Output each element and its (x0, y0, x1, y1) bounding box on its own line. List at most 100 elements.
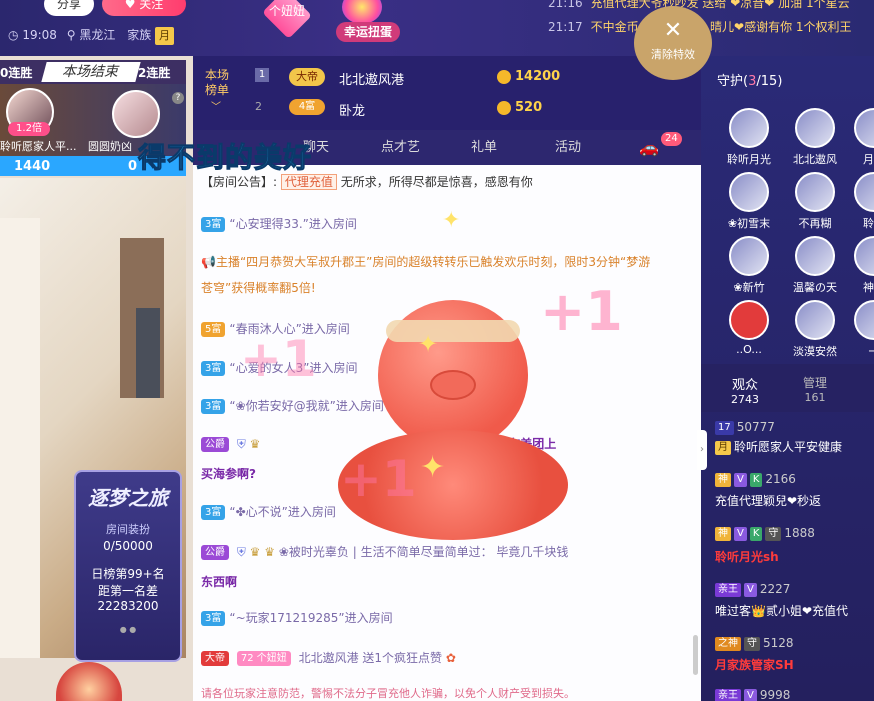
clock-icon: ◷ (8, 28, 19, 42)
poster-label: 房间装扮 (106, 523, 150, 536)
avatar (795, 300, 835, 340)
family-tag[interactable]: 月 (155, 27, 175, 45)
rank-board-label[interactable]: 本场榜单 (205, 68, 235, 98)
girl-level-badge: 72 个妞妞 (236, 651, 291, 666)
audience-item[interactable]: 神 V K 守 1888 (715, 526, 815, 541)
share-button[interactable]: 分享 (44, 0, 94, 16)
ticker-line-1: 21:16 充值代理大爷秒吵发 送给 ❤凉音❤ 加油 1个星云 (548, 0, 850, 10)
pk-left-name: 聆听愿家人平... (0, 140, 77, 153)
guard-member[interactable]: 北北遨风 (788, 108, 842, 167)
chat-message: 3富 “心安理得33.”进入房间 (201, 215, 691, 233)
guard-member[interactable]: 淡漠安然 (788, 300, 842, 359)
rank-row-num: 1 (255, 68, 269, 82)
guard-title[interactable]: 守护(3/15) (717, 70, 782, 89)
guard-member[interactable]: ❀新竹 (722, 236, 776, 295)
poster-gap: 22283200 (97, 599, 159, 613)
tab-audience[interactable]: 观众 2743 (723, 374, 767, 406)
tab-activity[interactable]: 活动 (555, 130, 581, 165)
heart-icon: ♥ (124, 0, 140, 11)
octopus-icon: ✿ (445, 651, 456, 665)
room-towel (136, 308, 160, 398)
poster-gap-label: 距第一名差 (97, 584, 158, 598)
guard-member[interactable]: 不再糊 (788, 172, 842, 231)
tab-talent[interactable]: 点才艺 (381, 130, 420, 165)
chat-message: 5富 “春雨沐人心”进入房间 (201, 320, 691, 338)
car-count-badge: 24 (661, 132, 682, 146)
avatar (729, 108, 769, 148)
avatar (854, 300, 874, 340)
announcement-tag[interactable]: 代理充值 (280, 174, 337, 190)
avatar (795, 108, 835, 148)
chat-message: 大帝 72 个妞妞 北北遨风港 送1个疯狂点赞 ✿ (201, 649, 691, 667)
chat-panel: 【房间公告】: 代理充值 无所求，所得尽都是惊喜，感恩有你 3富 “心安理得33.… (193, 165, 701, 701)
chat-message: 东西啊 (201, 575, 238, 589)
location-icon: ⚲ (66, 28, 76, 42)
chat-scrollbar[interactable] (693, 635, 698, 675)
lucky-egg-icon[interactable] (342, 0, 382, 24)
poster-rank: 日榜第99+名 (91, 567, 165, 581)
guard-member[interactable]: 一 (847, 300, 874, 359)
top-bar: 分享 ♥ 关注 ◷ 19:08 ⚲ 黑龙江 家族 月 个妞妞 幸运扭蛋 21:1… (0, 0, 874, 56)
rank-row-coins: 520 (515, 100, 543, 115)
clear-effects-button[interactable]: ✕ 清除特效 (634, 6, 712, 80)
coin-icon (497, 70, 511, 84)
audience-item[interactable]: 充值代理颖兒❤秒返 (715, 492, 821, 509)
audience-item[interactable]: 亲王 V 9998 (715, 688, 790, 701)
stream-time: 19:08 (22, 28, 57, 42)
guard-member[interactable]: 聆听 (847, 172, 874, 231)
chat-message: 3富 “✤心不说”进入房间 (201, 503, 691, 521)
avatar (854, 172, 874, 212)
guard-member[interactable]: ❀初雪末 (722, 172, 776, 231)
avatar (795, 236, 835, 276)
close-icon: ✕ (663, 18, 683, 43)
guard-member[interactable]: 聆听月光 (722, 108, 776, 167)
audience-item[interactable]: 月聆听愿家人平安健康 (715, 438, 842, 455)
tab-gift-list[interactable]: 礼单 (471, 130, 497, 165)
girl-badge[interactable]: 个妞妞 (258, 2, 316, 19)
chat-message: 公爵 ⛨ ♛ 谁会在美团上 (201, 435, 691, 453)
pk-right-avatar[interactable] (112, 90, 160, 138)
guard-member[interactable]: 温馨の天 (788, 236, 842, 295)
avatar (854, 236, 874, 276)
guard-member[interactable]: ..O... (722, 300, 776, 356)
footer-notice: 请各位玩家注意防范，警惕不法分子冒充他人诈骗，以免个人财产受到损失。 (201, 687, 575, 700)
audience-item[interactable]: 月家族管家SH (715, 656, 794, 673)
location-text: 黑龙江 (79, 28, 116, 42)
audience-item[interactable]: 神 V K 2166 (715, 472, 796, 487)
audience-item[interactable]: 之神守 5128 (715, 636, 794, 651)
family-label[interactable]: 家族 (127, 28, 151, 42)
car-icon[interactable]: 🚗 (639, 130, 659, 165)
poster-progress: 0/50000 (103, 539, 153, 553)
audience-item[interactable]: 17 50777 (715, 420, 775, 435)
chat-system-message: 📢主播“四月恭贺大军叔升郡王”房间的超级转转乐已触发欢乐时刻，限时3分钟“梦游 (201, 255, 651, 269)
info-row: ◷ 19:08 ⚲ 黑龙江 家族 月 (8, 26, 175, 45)
tab-admin[interactable]: 管理 161 (793, 374, 837, 404)
audience-item[interactable]: 唯过客👑贰小姐❤充值代 (715, 602, 848, 619)
pk-left-multiplier: 1.2倍 (8, 122, 50, 136)
audience-item[interactable]: 聆听月光sh (715, 548, 779, 565)
rank-row-badge: 4富 (289, 99, 325, 115)
lucky-egg-button[interactable]: 幸运扭蛋 (336, 22, 400, 42)
audience-item[interactable]: 亲王 V 2227 (715, 582, 790, 597)
poster-pager[interactable]: ● ● (76, 625, 180, 634)
rank-row-num: 2 (255, 100, 262, 113)
guard-member[interactable]: 月家 (847, 108, 874, 167)
rank-board: 本场榜单 ﹀ 1 大帝 北北遨风港 14200 2 4富 卧龙 520 (193, 56, 701, 130)
room-decor-poster[interactable]: 逐梦之旅 房间装扮 0/50000 日榜第99+名 距第一名差 22283200… (74, 470, 182, 662)
guard-member[interactable]: 神秘 (847, 236, 874, 295)
chat-system-message: 苍穹”获得概率翻5倍! (201, 281, 316, 295)
guard-icon: ⛨ (236, 437, 246, 451)
avatar (729, 172, 769, 212)
chat-message: 3富 “心爱的女人3”进入房间 (201, 359, 691, 377)
rank-row-name[interactable]: 北北遨风港 (339, 69, 404, 88)
room-curtain (0, 218, 40, 658)
follow-button[interactable]: ♥ 关注 (102, 0, 186, 16)
chat-message: 买海参啊? (201, 467, 256, 481)
help-icon[interactable]: ? (172, 92, 184, 104)
pk-header: 0连胜 本场结束 2连胜 (0, 60, 186, 84)
chevron-down-icon[interactable]: ﹀ (211, 98, 221, 113)
rank-row-name[interactable]: 卧龙 (339, 100, 365, 119)
crown-icon: ♛ ♛ (249, 545, 276, 559)
audience-tabs: 观众 2743 管理 161 (701, 364, 874, 412)
collapse-panel-handle[interactable]: › (697, 430, 707, 470)
